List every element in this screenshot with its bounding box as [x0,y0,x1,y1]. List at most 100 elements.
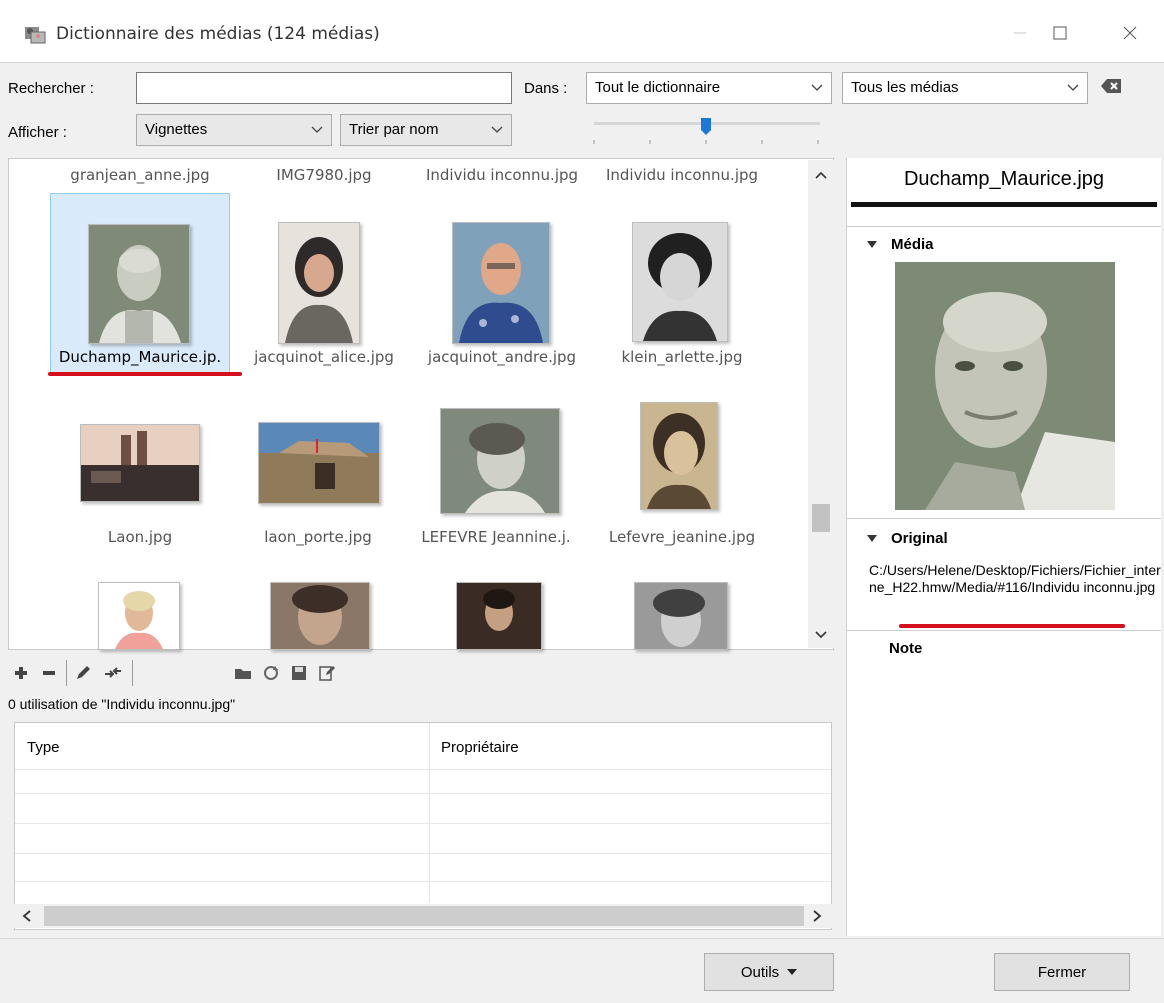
close-button[interactable]: Fermer [994,953,1130,991]
media-section-header[interactable]: Média [867,236,934,253]
folder-icon[interactable] [234,664,252,682]
table-row [15,881,831,882]
photo-thumbnail-andre[interactable] [452,222,550,344]
scrollbar-thumb[interactable] [44,906,804,926]
scope-value: Tout le dictionnaire [595,79,721,96]
tools-button-label: Outils [740,963,780,981]
column-separator [429,723,430,903]
photo-thumbnail-partial[interactable] [456,582,542,650]
chevron-up-icon [815,171,827,179]
dialog-footer: Outils Fermer [0,938,1164,1003]
thumbnail-caption-selected[interactable]: Duchamp_Maurice.jp. [48,348,232,366]
sort-select[interactable]: Trier par nom [340,114,512,146]
thumbnail-caption[interactable]: granjean_anne.jpg [48,166,232,184]
chevron-down-icon [1067,73,1079,103]
search-input[interactable] [136,72,512,104]
note-section-header[interactable]: Note [889,640,922,657]
media-section-label: Média [891,236,934,253]
scrollbar-thumb[interactable] [812,504,830,532]
scope-label: Dans : [524,80,568,97]
table-row [15,793,831,794]
thumbnail-caption[interactable]: IMG7980.jpg [232,166,416,184]
thumbnail-caption[interactable]: klein_arlette.jpg [590,348,774,366]
minimize-icon [1014,32,1026,34]
collapse-triangle-icon [867,241,877,248]
thumbnail-caption[interactable]: jacquinot_andre.jpg [410,348,594,366]
photo-thumbnail-lefevre-jeannine[interactable] [440,408,560,514]
grid-vertical-scrollbar[interactable] [808,160,834,648]
media-filter-value: Tous les médias [851,79,959,96]
chevron-right-icon[interactable] [812,910,822,922]
original-file-path: C:/Users/Helene/Desktop/Fichiers/Fichier… [869,562,1161,595]
column-header-type[interactable]: Type [27,739,60,756]
photo-thumbnail-partial[interactable] [634,582,728,650]
thumbnail-caption[interactable]: jacquinot_alice.jpg [232,348,416,366]
table-row [15,853,831,854]
media-dictionary-icon [25,27,46,44]
table-row [15,823,831,824]
chevron-down-icon [815,631,827,639]
media-toolbar [8,656,834,690]
table-header: Type Propriétaire [15,723,831,770]
edit-icon[interactable] [74,664,92,682]
display-mode-value: Vignettes [145,121,208,138]
thumbnail-caption[interactable]: Individu inconnu.jpg [590,166,774,184]
collapse-triangle-icon [867,535,877,542]
photo-thumbnail-partial[interactable] [270,582,370,650]
original-section-label: Original [891,530,948,547]
thumbnail-caption[interactable]: LEFEVRE Jeannine.j. [404,528,588,546]
close-window-button[interactable] [1110,18,1150,48]
usage-table: Type Propriétaire [14,722,832,930]
thumbnail-caption[interactable]: laon_porte.jpg [226,528,410,546]
tools-menu-button[interactable]: Outils [704,953,834,991]
remove-icon[interactable] [40,664,58,682]
media-filter-select[interactable]: Tous les médias [842,72,1088,104]
details-panel: Duchamp_Maurice.jpg Média Original C:/Us… [846,158,1161,936]
divider [847,518,1161,519]
save-icon[interactable] [290,664,308,682]
thumbnail-caption[interactable]: Individu inconnu.jpg [410,166,594,184]
photo-thumbnail-laon-porte[interactable] [258,422,380,504]
note-section-label: Note [889,640,923,657]
photo-thumbnail-laon[interactable] [80,424,200,502]
edit-document-icon[interactable] [318,664,336,682]
add-icon[interactable] [12,664,30,682]
sort-value: Trier par nom [349,121,439,138]
chevron-down-icon [311,115,323,145]
divider [847,226,1161,227]
thumbnail-caption[interactable]: Lefevre_jeanine.jpg [590,528,774,546]
table-horizontal-scrollbar[interactable] [14,904,832,928]
replace-icon[interactable] [104,664,122,682]
photo-thumbnail-alice[interactable] [278,222,360,344]
usage-text: 0 utilisation de "Individu inconnu.jpg" [8,696,236,712]
maximize-button[interactable] [1040,18,1080,48]
photo-thumbnail-duchamp[interactable] [88,224,190,344]
refresh-icon[interactable] [262,664,280,682]
thumbnail-caption[interactable]: Laon.jpg [48,528,232,546]
chevron-down-icon [491,115,503,145]
chevron-left-icon[interactable] [22,910,32,922]
display-mode-select[interactable]: Vignettes [136,114,332,146]
display-label: Afficher : [8,124,67,141]
photo-thumbnail-partial[interactable] [98,582,180,650]
photo-thumbnail-arlette[interactable] [632,222,728,342]
maximize-icon [1053,26,1067,40]
close-button-label: Fermer [1037,963,1087,981]
scroll-up-button[interactable] [808,162,834,188]
title-bar: Dictionnaire des médias (124 médias) [0,0,1164,63]
photo-thumbnail-lefevre-jeanine[interactable] [640,402,718,510]
caret-down-icon [787,969,798,975]
details-title: Duchamp_Maurice.jpg [903,168,1105,190]
divider [847,630,1161,631]
toolbar-separator [66,660,67,686]
scope-select[interactable]: Tout le dictionnaire [586,72,832,104]
minimize-button[interactable] [1000,18,1040,48]
column-header-owner[interactable]: Propriétaire [441,739,519,756]
scroll-down-button[interactable] [808,622,834,648]
thumbnail-size-slider[interactable] [592,116,822,146]
original-section-header[interactable]: Original [867,530,948,547]
close-icon [1123,26,1137,40]
title-underline [851,202,1157,207]
highlight-underline [899,624,1125,628]
clear-search-icon[interactable] [1100,76,1124,96]
